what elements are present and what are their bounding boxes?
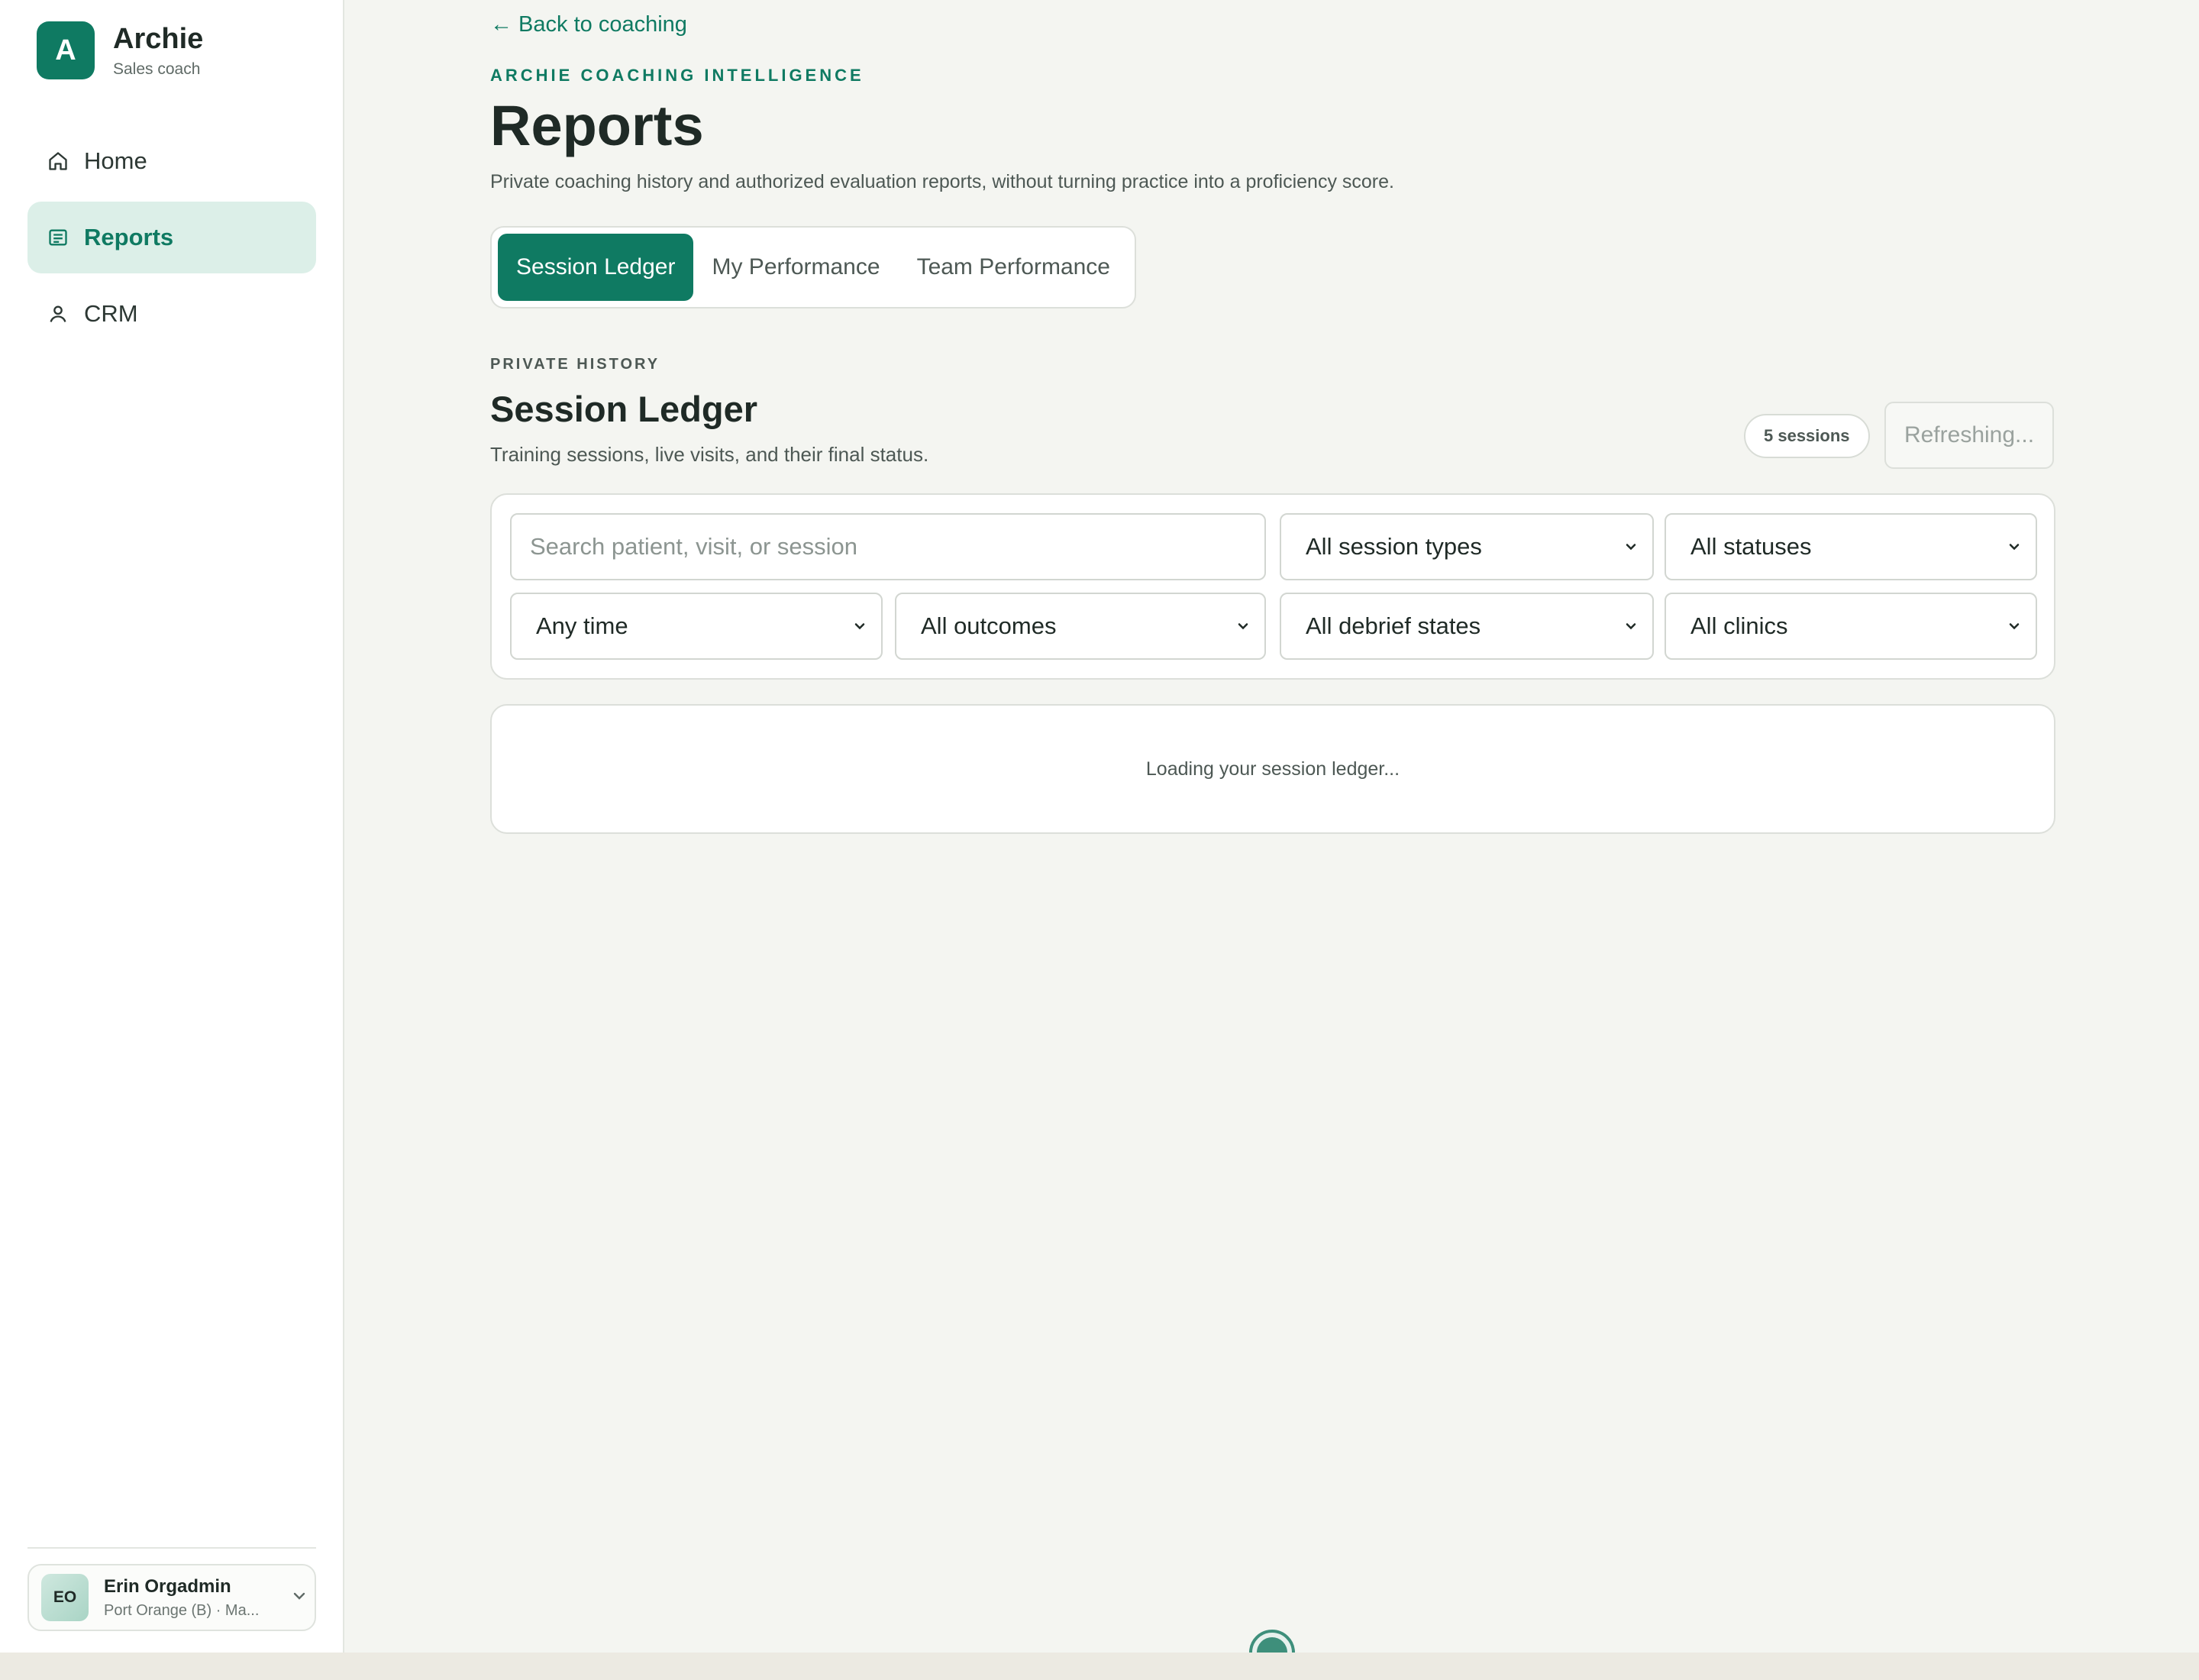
debrief-select[interactable]: All debrief states <box>1280 593 1654 660</box>
page-eyebrow: ARCHIE COACHING INTELLIGENCE <box>490 66 864 85</box>
home-icon <box>47 150 84 172</box>
sidebar-item-crm[interactable]: CRM <box>27 278 316 350</box>
time-select[interactable]: Any time <box>510 593 883 660</box>
bottom-strip <box>0 1653 2199 1680</box>
clinic-value: All clinics <box>1690 612 1788 639</box>
section-eyebrow: PRIVATE HISTORY <box>490 356 660 373</box>
tab-team-performance[interactable]: Team Performance <box>899 234 1129 301</box>
debrief-value: All debrief states <box>1306 612 1481 639</box>
section-description: Training sessions, live visits, and thei… <box>490 443 929 466</box>
status-select[interactable]: All statuses <box>1665 513 2037 580</box>
avatar: EO <box>41 1574 89 1621</box>
sidebar-item-home[interactable]: Home <box>27 125 316 197</box>
session-count-badge: 5 sessions <box>1744 414 1870 458</box>
outcome-select[interactable]: All outcomes <box>895 593 1266 660</box>
sidebar-item-label: CRM <box>84 300 138 327</box>
sidebar-item-label: Home <box>84 147 147 174</box>
page-description: Private coaching history and authorized … <box>490 171 1394 192</box>
chevron-down-icon <box>290 1587 308 1609</box>
chevron-down-icon <box>2005 539 2023 554</box>
person-icon <box>47 303 84 325</box>
sidebar: A Archie Sales coach Home Reports CRM EO… <box>0 0 344 1653</box>
chevron-down-icon <box>1622 539 1640 554</box>
chevron-down-icon <box>851 619 869 634</box>
brand-name: Archie <box>113 23 204 55</box>
session-ledger-loading: Loading your session ledger... <box>490 704 2055 834</box>
session-type-select[interactable]: All session types <box>1280 513 1654 580</box>
report-tabs: Session Ledger My Performance Team Perfo… <box>490 226 1136 309</box>
status-value: All statuses <box>1690 533 1812 560</box>
brand-logo: A <box>37 21 95 79</box>
filter-panel: Search patient, visit, or session All se… <box>490 493 2055 680</box>
reports-icon <box>47 227 84 248</box>
chevron-down-icon <box>2005 619 2023 634</box>
chevron-down-icon <box>1234 619 1252 634</box>
back-to-coaching-link[interactable]: ← Back to coaching <box>490 12 687 37</box>
time-value: Any time <box>536 612 628 639</box>
clinic-select[interactable]: All clinics <box>1665 593 2037 660</box>
sidebar-nav: Home Reports CRM <box>27 125 316 354</box>
sidebar-item-label: Reports <box>84 224 174 250</box>
user-org: Port Orange (B) · Ma... <box>104 1601 260 1619</box>
loading-message: Loading your session ledger... <box>1145 758 1400 780</box>
tab-my-performance[interactable]: My Performance <box>693 234 898 301</box>
page-title: Reports <box>490 94 704 157</box>
section-title: Session Ledger <box>490 389 757 429</box>
chevron-down-icon <box>1622 619 1640 634</box>
brand-subtitle: Sales coach <box>113 60 201 78</box>
user-name: Erin Orgadmin <box>104 1575 231 1597</box>
user-menu[interactable]: EO Erin Orgadmin Port Orange (B) · Ma... <box>27 1564 316 1631</box>
brand[interactable]: A Archie Sales coach <box>37 21 203 79</box>
session-type-value: All session types <box>1306 533 1482 560</box>
tab-session-ledger[interactable]: Session Ledger <box>498 234 694 301</box>
refresh-button[interactable]: Refreshing... <box>1884 402 2054 469</box>
search-input[interactable]: Search patient, visit, or session <box>510 513 1266 580</box>
outcome-value: All outcomes <box>921 612 1057 639</box>
sidebar-divider <box>27 1547 316 1549</box>
sidebar-item-reports[interactable]: Reports <box>27 202 316 273</box>
app-root: A Archie Sales coach Home Reports CRM EO… <box>0 0 2199 1675</box>
search-placeholder: Search patient, visit, or session <box>530 533 858 560</box>
